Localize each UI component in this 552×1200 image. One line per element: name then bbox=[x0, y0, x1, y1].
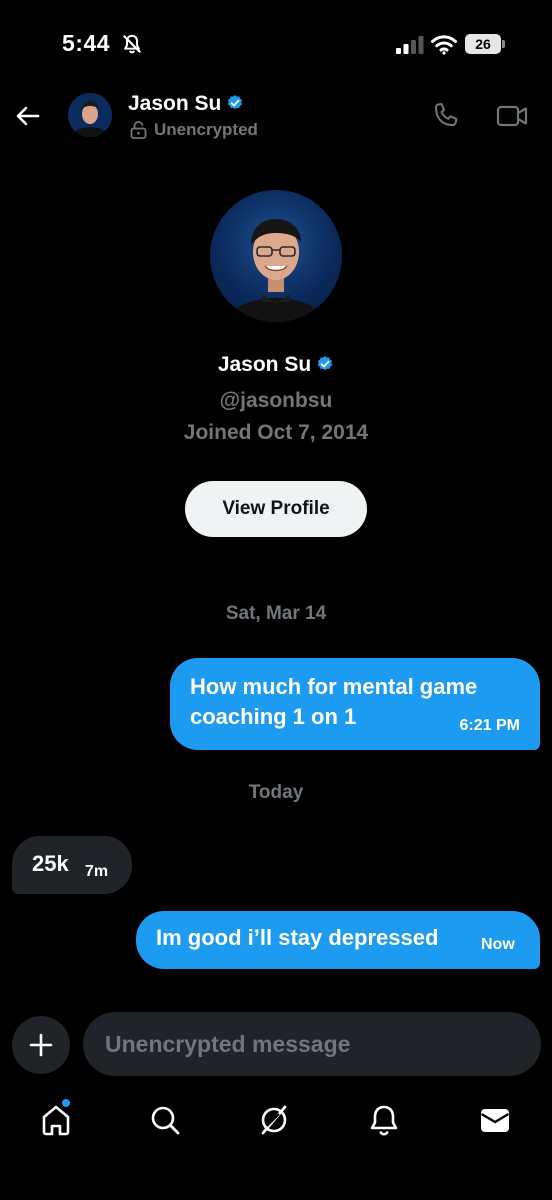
bell-icon[interactable] bbox=[364, 1100, 404, 1140]
plus-icon bbox=[29, 1033, 53, 1057]
verified-badge-icon bbox=[228, 95, 243, 110]
header-avatar[interactable] bbox=[68, 93, 112, 137]
grok-icon[interactable] bbox=[254, 1100, 294, 1140]
attach-button[interactable] bbox=[12, 1016, 70, 1074]
mail-icon[interactable] bbox=[475, 1100, 515, 1140]
battery-icon: 26 bbox=[465, 34, 505, 54]
phone-icon[interactable] bbox=[430, 101, 460, 131]
message-time: 7m bbox=[85, 863, 109, 880]
profile-handle: @jasonbsu bbox=[219, 389, 333, 412]
encryption-status: Unencrypted bbox=[154, 120, 258, 139]
wifi-icon bbox=[431, 35, 457, 55]
lock-open-icon bbox=[130, 121, 147, 139]
conversation-header: Jason Su Unencrypted bbox=[0, 88, 552, 148]
message-bubble-outgoing[interactable]: Im good i’ll stay depressed Now bbox=[136, 911, 540, 969]
message-bubble-incoming[interactable]: 25k 7m bbox=[12, 836, 132, 894]
profile-avatar[interactable] bbox=[210, 190, 342, 322]
signal-icon bbox=[396, 36, 424, 54]
bottom-nav bbox=[0, 1086, 552, 1156]
header-name[interactable]: Jason Su bbox=[128, 92, 244, 116]
battery-level: 26 bbox=[465, 34, 501, 54]
status-bar: 5:44 26 bbox=[0, 0, 552, 90]
search-icon[interactable] bbox=[145, 1100, 185, 1140]
verified-badge-icon bbox=[318, 356, 333, 371]
message-time: 6:21 PM bbox=[459, 717, 520, 734]
message-text: Im good i’ll stay depressed bbox=[156, 925, 439, 950]
profile-joined-date: Joined Oct 7, 2014 bbox=[183, 421, 369, 444]
profile-name: Jason Su bbox=[0, 353, 552, 377]
video-icon[interactable] bbox=[496, 102, 528, 130]
back-arrow-icon[interactable] bbox=[14, 102, 42, 130]
view-profile-button[interactable]: View Profile bbox=[185, 481, 367, 537]
status-time: 5:44 bbox=[62, 30, 111, 56]
home-icon[interactable] bbox=[36, 1100, 76, 1140]
message-input[interactable] bbox=[83, 1012, 541, 1076]
date-separator: Sat, Mar 14 bbox=[225, 603, 327, 624]
message-time: Now bbox=[481, 936, 515, 953]
home-notification-dot bbox=[62, 1099, 70, 1107]
message-bubble-outgoing[interactable]: How much for mental game coaching 1 on 1… bbox=[170, 658, 540, 750]
date-separator: Today bbox=[248, 782, 304, 803]
message-text: 25k bbox=[32, 851, 69, 876]
bell-slash-icon bbox=[122, 34, 142, 54]
